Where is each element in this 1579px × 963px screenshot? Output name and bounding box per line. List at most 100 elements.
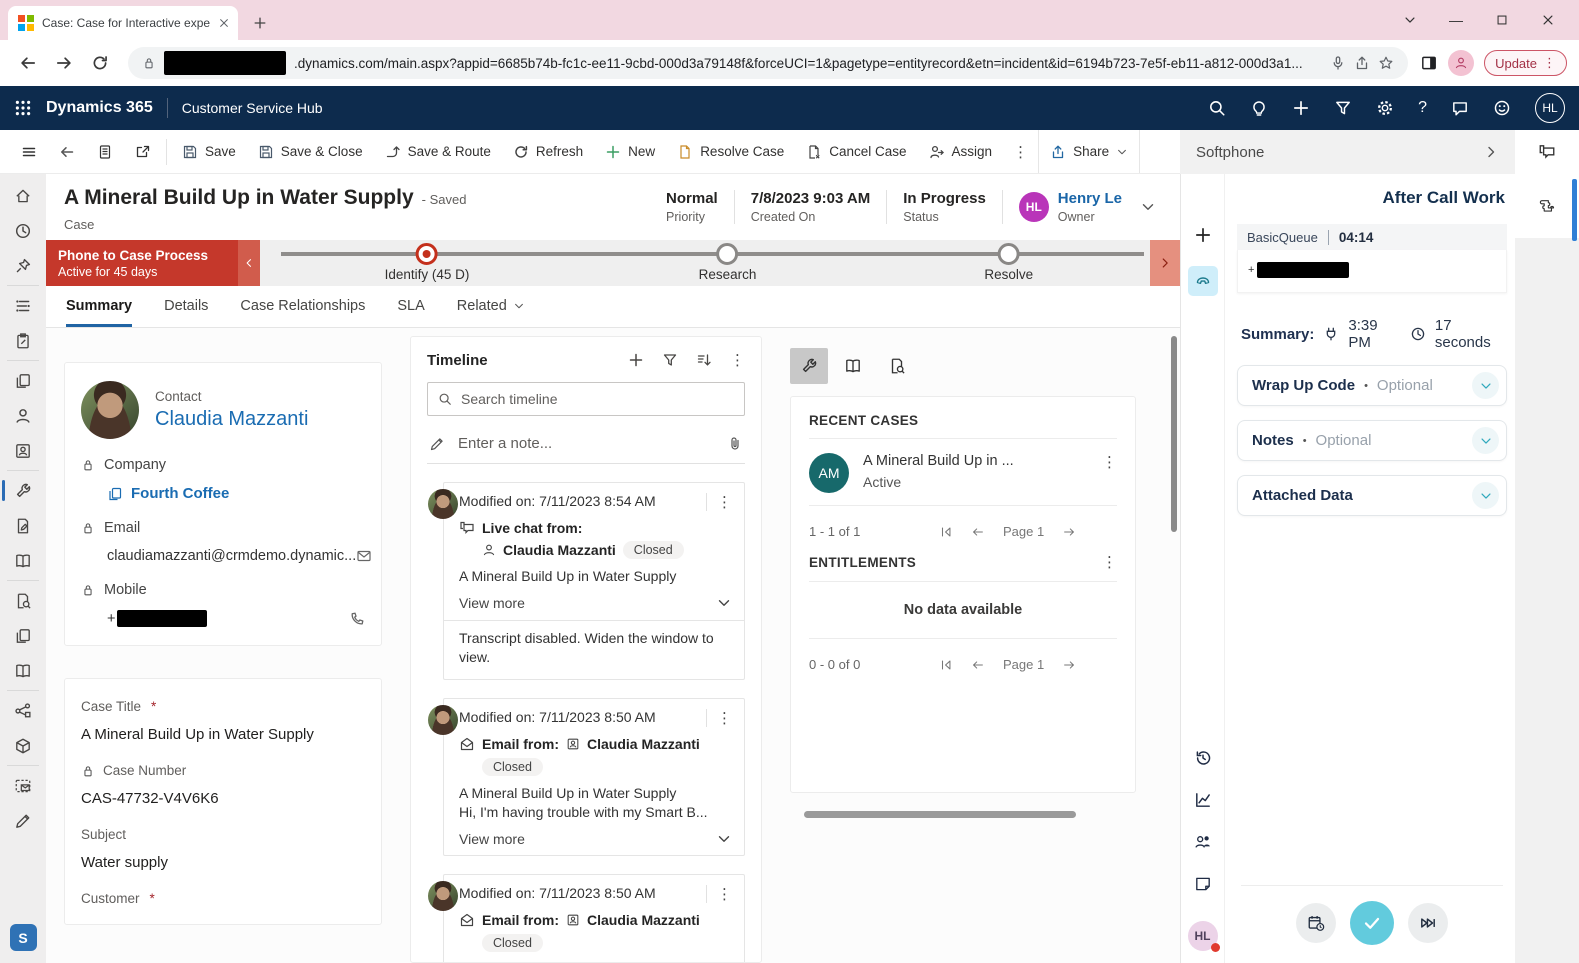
timeline-entry[interactable]: Modified on: 7/11/2023 8:54 AM ⋮ Live ch… [443,482,745,680]
browser-back-icon[interactable] [12,47,44,79]
app-switcher-badge[interactable]: S [10,924,37,951]
browser-update-button[interactable]: Update ⋮ [1484,50,1567,76]
active-call-session-button[interactable] [1188,266,1218,296]
horizontal-scrollbar[interactable] [804,811,1076,818]
owner-value[interactable]: Henry Le [1058,190,1122,207]
resolve-case-button[interactable]: Resolve Case [666,130,795,173]
quick-create-plus-icon[interactable] [1292,99,1310,117]
help-icon[interactable]: ? [1418,99,1427,117]
skip-button[interactable] [1408,903,1448,943]
panel-tab-knowledge[interactable] [834,348,872,384]
notes-accordion[interactable]: Notes • Optional [1237,420,1507,461]
more-commands-icon[interactable]: ⋮ [1003,143,1038,161]
share-button[interactable]: Share [1038,130,1140,173]
sidebar-item-pinned[interactable] [0,248,46,283]
sidebar-item-knowledge-base[interactable] [0,653,46,688]
sidebar-toggle-icon[interactable] [1420,54,1438,72]
entry-more-icon[interactable]: ⋮ [717,885,732,903]
next-page-icon[interactable] [1062,525,1076,539]
sidebar-item-products[interactable] [0,728,46,763]
subject-value[interactable]: Water supply [81,854,365,871]
recent-case-item[interactable]: AM A Mineral Build Up in ... Active ⋮ [809,449,1117,495]
previous-page-icon[interactable] [971,658,985,672]
accordion-chevron[interactable] [1472,427,1499,454]
settings-gear-icon[interactable] [1376,99,1394,117]
history-icon[interactable] [1194,749,1212,767]
bpf-collapse-chevron-icon[interactable] [238,240,260,286]
status-field[interactable]: In Progress Status [887,190,1003,224]
paperclip-icon[interactable] [727,436,743,452]
sidebar-item-cases[interactable] [0,473,46,508]
filter-icon[interactable] [1334,99,1352,117]
save-and-close-button[interactable]: Save & Close [247,130,374,173]
wrap-up-code-accordion[interactable]: Wrap Up Code • Optional [1237,365,1507,406]
browser-reload-icon[interactable] [84,47,116,79]
company-link[interactable]: Fourth Coffee [107,485,229,502]
tab-close-icon[interactable] [218,17,230,29]
entitlements-more-icon[interactable]: ⋮ [1102,553,1117,571]
case-number-value[interactable]: CAS-47732-V4V6K6 [81,790,365,807]
timeline-search-box[interactable] [427,382,745,416]
sidebar-item-knowledge-search[interactable] [0,583,46,618]
window-close-icon[interactable] [1525,0,1571,40]
bookmark-star-icon[interactable] [1378,55,1394,71]
bpf-stage-research[interactable]: Research [699,243,757,282]
tab-sla[interactable]: SLA [397,298,424,327]
chart-icon[interactable] [1194,791,1212,809]
tab-summary[interactable]: Summary [66,298,132,327]
entry-subject[interactable]: A Mineral Build Up in Water Supply [459,785,732,801]
cancel-case-button[interactable]: Cancel Case [795,130,917,173]
share-page-icon[interactable] [1354,55,1370,71]
notes-icon[interactable] [1194,875,1212,893]
sidebar-item-connections[interactable] [0,693,46,728]
recent-case-more-icon[interactable]: ⋮ [1102,453,1117,493]
save-and-route-button[interactable]: Save & Route [374,130,502,173]
contact-name-link[interactable]: Claudia Mazzanti [155,408,308,431]
email-field-value[interactable]: claudiamazzanti@crmdemo.dynamic... [107,548,365,564]
form-selector-icon[interactable] [86,130,124,173]
app-name[interactable]: Customer Service Hub [182,100,323,116]
timeline-search-input[interactable] [461,391,734,407]
user-avatar[interactable]: HL [1535,93,1565,123]
new-session-plus-icon[interactable] [1194,226,1212,244]
view-more-row[interactable]: View more [459,831,732,847]
sidebar-item-knowledge-articles[interactable] [0,543,46,578]
tab-related[interactable]: Related [457,298,525,327]
smiley-icon[interactable] [1493,99,1511,117]
softphone-collapse-icon[interactable] [1483,144,1499,160]
bpf-stage-identify[interactable]: Identify (45 D) [385,243,470,282]
schedule-callback-button[interactable] [1296,903,1336,943]
url-bar[interactable]: .dynamics.com/main.aspx?appid=6685b74b-f… [128,47,1408,79]
owner-field[interactable]: HL Henry Le Owner [1003,190,1132,224]
panel-tab-search[interactable] [878,348,916,384]
search-icon[interactable] [1208,99,1226,117]
mobile-field-value[interactable]: + [107,610,365,627]
timeline-entry[interactable]: Modified on: 7/11/2023 8:50 AM ⋮ Email f… [443,698,745,856]
save-button[interactable]: Save [171,130,247,173]
sidebar-item-social-profiles[interactable] [0,433,46,468]
entry-person[interactable]: Claudia Mazzanti [587,912,700,928]
go-back-icon[interactable] [48,130,86,173]
call-phone-icon[interactable] [349,611,365,627]
browser-profile-avatar[interactable] [1448,50,1474,76]
timeline-filter-icon[interactable] [662,352,678,368]
entry-more-icon[interactable]: ⋮ [717,709,732,727]
window-minimize-icon[interactable]: — [1433,0,1479,40]
browser-menu-icon[interactable]: ⋮ [1543,55,1556,71]
sidebar-item-contacts[interactable] [0,398,46,433]
entry-person[interactable]: Claudia Mazzanti [503,542,616,558]
created-on-field[interactable]: 7/8/2023 9:03 AM Created On [735,190,888,224]
panel-scrollbar[interactable] [1572,179,1577,241]
timeline-add-icon[interactable] [628,352,644,368]
lightbulb-icon[interactable] [1250,99,1268,117]
sidebar-item-article-templates[interactable] [0,618,46,653]
panel-tab-cases[interactable] [790,348,828,384]
agent-avatar[interactable]: HL [1188,921,1218,951]
popout-icon[interactable] [124,130,162,173]
entry-more-icon[interactable]: ⋮ [717,493,732,511]
timeline-more-icon[interactable]: ⋮ [730,351,745,369]
bpf-next-stage-chevron-icon[interactable] [1150,240,1180,286]
mic-icon[interactable] [1330,55,1346,71]
recent-case-title[interactable]: A Mineral Build Up in ... [863,453,1014,469]
previous-page-icon[interactable] [971,525,985,539]
